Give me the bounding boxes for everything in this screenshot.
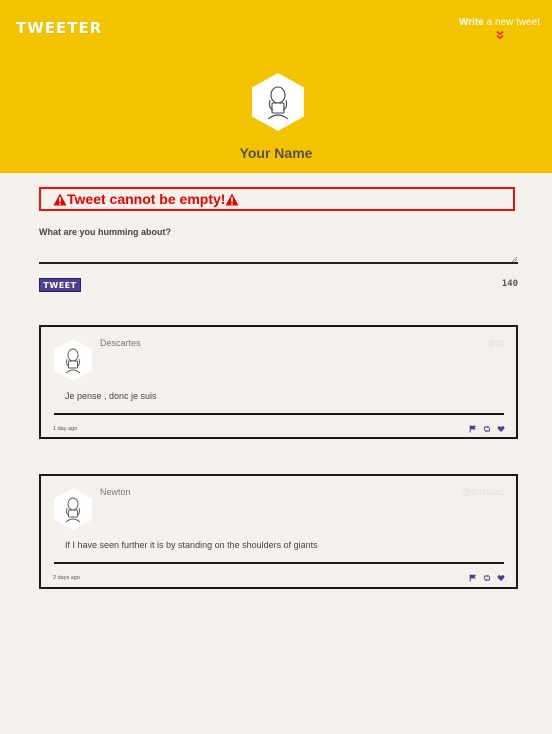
resize-grip-icon[interactable] (511, 256, 517, 262)
profile-name: Your Name (239, 145, 313, 161)
retweet-icon[interactable] (483, 425, 491, 433)
tweet-card: Descartes @rd Je pense , donc je suis 1 … (39, 325, 518, 439)
error-message: Tweet cannot be empty! (39, 187, 515, 211)
tweet-divider (54, 413, 504, 415)
heart-icon[interactable] (497, 425, 505, 433)
profile-header: TWEETER Write a new tweet Your Name (0, 0, 552, 173)
tweet-author[interactable]: Descartes (100, 338, 141, 348)
compose-label: What are you humming about? (39, 227, 171, 237)
flag-icon[interactable] (469, 574, 477, 582)
tweet-timestamp: 1 day ago (53, 426, 78, 432)
tweet-input[interactable] (39, 243, 518, 264)
retweet-icon[interactable] (483, 574, 491, 582)
heart-icon[interactable] (497, 574, 505, 582)
author-avatar (54, 488, 92, 530)
character-counter: 140 (501, 279, 518, 289)
tweet-divider (54, 562, 504, 564)
tweet-actions (469, 574, 505, 582)
tweet-handle[interactable]: @rd (487, 338, 504, 348)
write-new-tweet-toggle[interactable]: Write a new tweet (459, 17, 540, 40)
error-text: Tweet cannot be empty! (67, 191, 226, 207)
write-label-rest: a new tweet (483, 17, 540, 28)
tweet-body: If I have seen further it is by standing… (65, 540, 318, 550)
tweet-timestamp: 2 days ago (53, 575, 80, 581)
warning-icon (225, 193, 239, 205)
tweet-card: Newton @SirIsaac If I have seen further … (39, 474, 518, 589)
author-avatar (54, 339, 92, 381)
tweet-author[interactable]: Newton (100, 487, 131, 497)
profile-avatar (252, 73, 304, 131)
tweet-submit-button[interactable]: TWEET (39, 278, 81, 292)
tweet-actions (469, 425, 505, 433)
double-chevron-down-icon[interactable] (495, 30, 505, 40)
tweet-body: Je pense , donc je suis (65, 391, 157, 401)
tweet-handle[interactable]: @SirIsaac (462, 487, 504, 497)
write-label-bold: Write (459, 17, 484, 28)
flag-icon[interactable] (469, 425, 477, 433)
warning-icon (53, 193, 67, 205)
app-logo[interactable]: TWEETER (16, 19, 102, 37)
